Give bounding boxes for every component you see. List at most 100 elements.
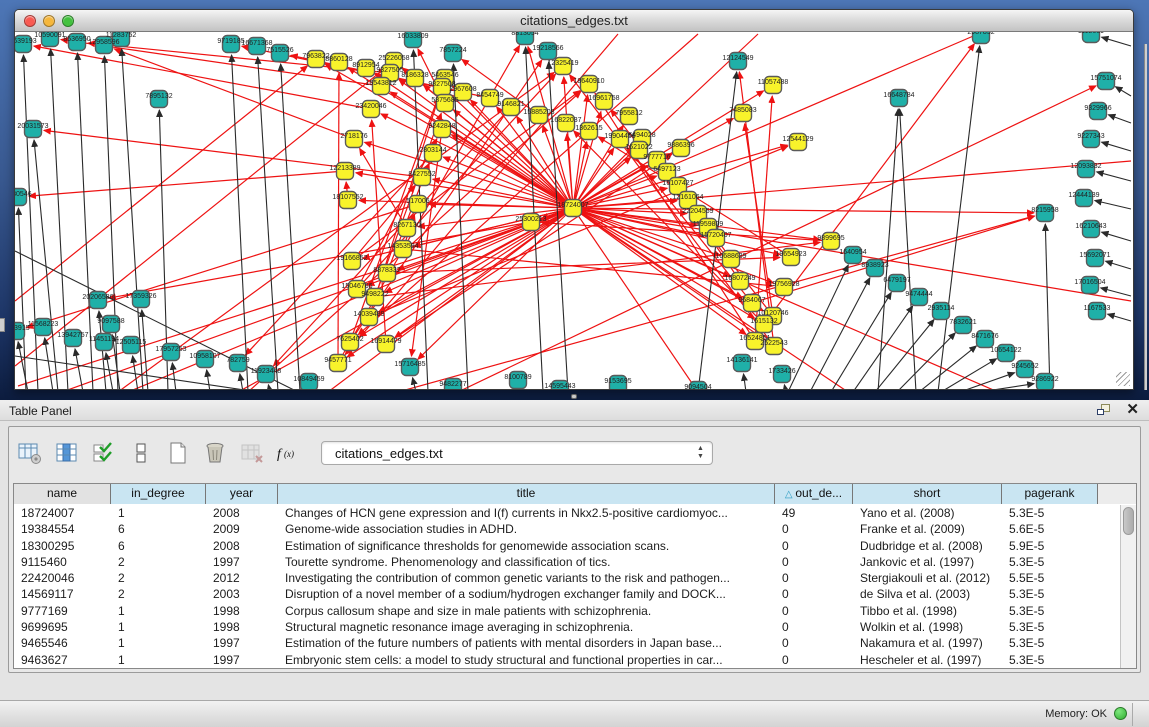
table-cell[interactable]: de Silva et al. (2003): [853, 586, 1002, 602]
table-cell[interactable]: 2: [111, 554, 206, 570]
table-cell[interactable]: 19384554: [14, 521, 111, 537]
table-cell[interactable]: 1997: [206, 652, 278, 668]
table-cell[interactable]: Stergiakouli et al. (2012): [853, 570, 1002, 586]
table-cell[interactable]: 0: [775, 619, 853, 635]
table-cell[interactable]: 5.3E-5: [1002, 505, 1098, 521]
edge[interactable]: [1045, 224, 1050, 389]
edge[interactable]: [1108, 115, 1131, 123]
window-resize-grip[interactable]: [1116, 372, 1130, 386]
column-header-short[interactable]: short: [853, 484, 1002, 504]
edge[interactable]: [1108, 314, 1131, 321]
table-cell[interactable]: 9699695: [14, 619, 111, 635]
table-cell[interactable]: 6: [111, 538, 206, 554]
table-cell[interactable]: 5.3E-5: [1002, 619, 1098, 635]
edge[interactable]: [1097, 172, 1131, 181]
edge[interactable]: [34, 140, 58, 389]
table-row[interactable]: 1830029562008Estimation of significance …: [14, 538, 1119, 554]
table-cell[interactable]: Estimation of significance thresholds fo…: [278, 538, 775, 554]
table-cell[interactable]: Tourette syndrome. Phenomenology and cla…: [278, 554, 775, 570]
edge[interactable]: [29, 171, 345, 196]
table-cell[interactable]: 5.3E-5: [1002, 603, 1098, 619]
table-cell[interactable]: 9777169: [14, 603, 111, 619]
table-select-dropdown[interactable]: citations_edges.txt▲▼: [321, 441, 713, 465]
table-cell[interactable]: 0: [775, 554, 853, 570]
select-columns-icon[interactable]: [54, 440, 80, 466]
edge[interactable]: [542, 223, 831, 241]
column-header-out_de[interactable]: △ out_de...: [775, 484, 853, 504]
table-cell[interactable]: 6: [111, 521, 206, 537]
edge[interactable]: [1101, 288, 1131, 296]
edge[interactable]: [453, 64, 468, 389]
table-cell[interactable]: 9465546: [14, 635, 111, 651]
table-row[interactable]: 1938455462009Genome-wide association stu…: [14, 521, 1119, 537]
table-row[interactable]: 946554611997Estimation of the future num…: [14, 635, 1119, 651]
table-cell[interactable]: 0: [775, 652, 853, 668]
edge[interactable]: [1115, 87, 1131, 96]
table-cell[interactable]: 2009: [206, 521, 278, 537]
delete-rows-icon[interactable]: [202, 440, 228, 466]
table-cell[interactable]: Investigating the contribution of common…: [278, 570, 775, 586]
table-cell[interactable]: 0: [775, 635, 853, 651]
edge[interactable]: [573, 95, 588, 208]
table-cell[interactable]: 5.3E-5: [1002, 652, 1098, 668]
table-cell[interactable]: 0: [775, 570, 853, 586]
function-builder-icon[interactable]: f(x): [276, 440, 302, 466]
edge[interactable]: [207, 370, 210, 389]
edge[interactable]: [240, 374, 243, 389]
table-cell[interactable]: Changes of HCN gene expression and I(f) …: [278, 505, 775, 521]
table-vertical-scrollbar[interactable]: [1120, 505, 1136, 668]
edge[interactable]: [413, 50, 428, 389]
table-cell[interactable]: Structural magnetic resonance image aver…: [278, 619, 775, 635]
table-row[interactable]: 969969511998Structural magnetic resonanc…: [14, 619, 1119, 635]
citation-network-graph[interactable]: 1872400779638228860128891295425226058932…: [15, 32, 1133, 389]
edge[interactable]: [1102, 37, 1131, 46]
table-cell[interactable]: 2: [111, 586, 206, 602]
edge[interactable]: [395, 208, 573, 338]
edge[interactable]: [232, 55, 248, 389]
edge[interactable]: [573, 208, 1034, 213]
table-cell[interactable]: 5.6E-5: [1002, 521, 1098, 537]
network-window-titlebar[interactable]: citations_edges.txt: [15, 10, 1133, 32]
new-table-icon[interactable]: [165, 440, 191, 466]
scrollbar-thumb[interactable]: [1123, 507, 1134, 535]
network-canvas[interactable]: 1872400779638228860128891295425226058932…: [15, 32, 1133, 389]
table-row[interactable]: 2242004622012Investigating the contribut…: [14, 570, 1119, 586]
select-rows-icon[interactable]: [91, 440, 117, 466]
table-cell[interactable]: 18300295: [14, 538, 111, 554]
delete-table-icon[interactable]: [239, 440, 265, 466]
table-cell[interactable]: Genome-wide association studies in ADHD.: [278, 521, 775, 537]
float-panel-icon[interactable]: [1097, 403, 1112, 417]
edge[interactable]: [1102, 142, 1131, 151]
table-row[interactable]: 1456911722003Disruption of a novel membe…: [14, 586, 1119, 602]
table-cell[interactable]: 0: [775, 603, 853, 619]
table-cell[interactable]: 2003: [206, 586, 278, 602]
table-cell[interactable]: 2008: [206, 538, 278, 554]
table-cell[interactable]: 0: [775, 586, 853, 602]
edge[interactable]: [75, 349, 83, 389]
edge[interactable]: [172, 363, 176, 389]
table-cell[interactable]: 1: [111, 603, 206, 619]
table-cell[interactable]: 1997: [206, 635, 278, 651]
edge[interactable]: [784, 385, 786, 389]
edge[interactable]: [15, 68, 385, 366]
edge[interactable]: [941, 359, 997, 389]
table-cell[interactable]: Disruption of a novel member of a sodium…: [278, 586, 775, 602]
table-row[interactable]: 1872400712008Changes of HCN gene express…: [14, 505, 1119, 521]
table-cell[interactable]: Embryonic stem cells: a model to study s…: [278, 652, 775, 668]
table-cell[interactable]: 9115460: [14, 554, 111, 570]
table-cell[interactable]: Corpus callosum shape and size in male p…: [278, 603, 775, 619]
table-cell[interactable]: Estimation of the future numbers of pati…: [278, 635, 775, 651]
table-cell[interactable]: 1: [111, 652, 206, 668]
table-cell[interactable]: 0: [775, 538, 853, 554]
edge[interactable]: [18, 342, 28, 389]
column-header-in_degree[interactable]: in_degree: [111, 484, 206, 504]
table-cell[interactable]: 2: [111, 570, 206, 586]
column-header-name[interactable]: name: [14, 484, 111, 504]
table-cell[interactable]: Hescheler et al. (1997): [853, 652, 1002, 668]
edge[interactable]: [23, 55, 38, 389]
table-cell[interactable]: Dudbridge et al. (2008): [853, 538, 1002, 554]
edge[interactable]: [1095, 201, 1131, 209]
table-cell[interactable]: 1998: [206, 619, 278, 635]
edge[interactable]: [268, 385, 270, 389]
table-cell[interactable]: 14569117: [14, 586, 111, 602]
